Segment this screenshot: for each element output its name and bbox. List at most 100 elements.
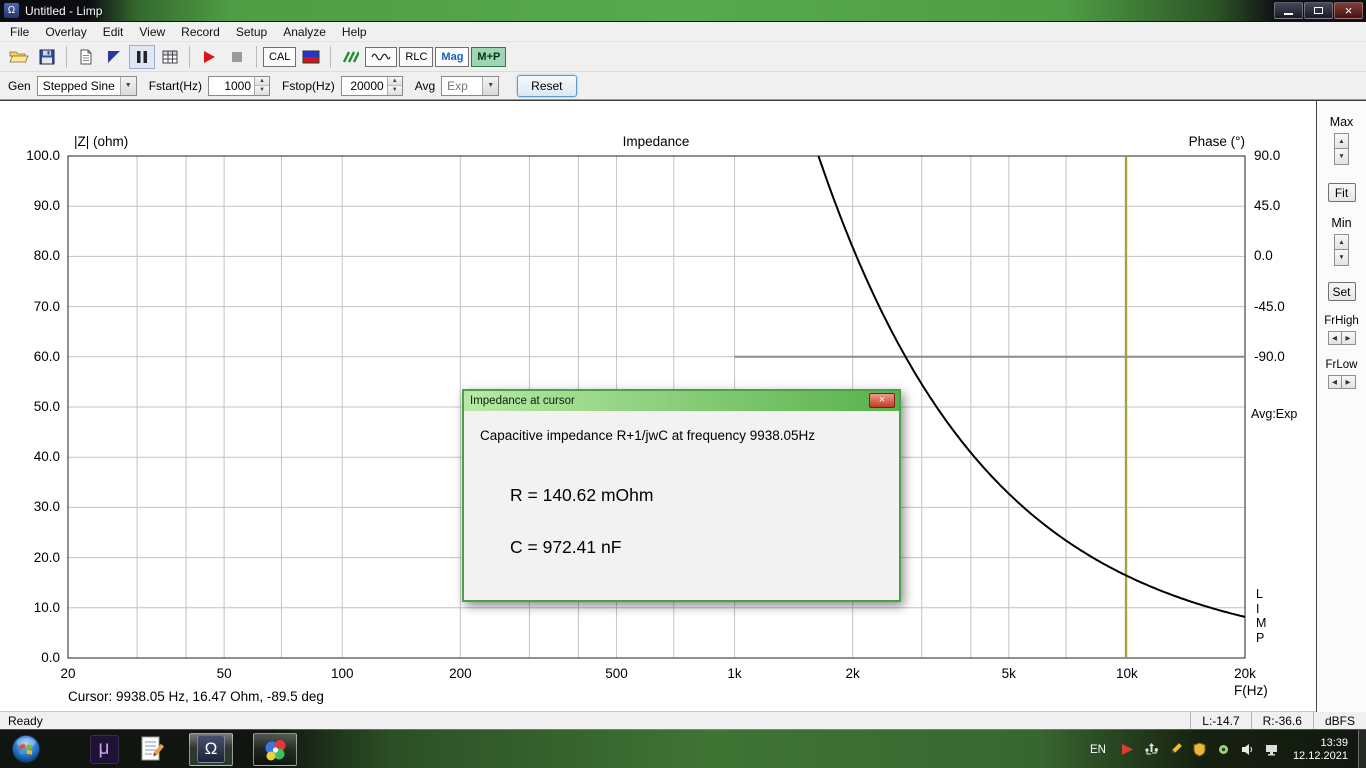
taskbar-notepad-button[interactable] [135,732,169,766]
start-button[interactable] [11,734,41,764]
sine-generator-button[interactable] [365,46,398,67]
fstart-down-button[interactable]: ▼ [255,85,270,95]
tray-usb-icon[interactable] [1144,742,1159,757]
save-button[interactable] [34,45,60,69]
chart-title: Impedance [622,134,690,149]
menu-item-view[interactable]: View [131,23,173,41]
tray-red-player-icon[interactable] [1120,742,1135,757]
tray-gear-icon[interactable] [1216,742,1231,757]
record-button[interactable] [196,45,222,69]
table-view-button[interactable] [157,45,183,69]
mag-button[interactable]: Mag [435,46,470,67]
notepad-icon [141,736,165,761]
generator-setup-button[interactable] [298,45,324,69]
generator-type-select[interactable]: Stepped Sine ▼ [36,75,137,96]
toolbar-separator [189,45,190,68]
clock-time: 13:39 [1320,736,1348,749]
overlay-icon [108,50,120,63]
limp-letter-i: I [1256,601,1260,616]
copy-button[interactable] [73,45,99,69]
calibrate-button[interactable]: CAL [263,46,297,67]
taskbar-paint-button[interactable] [253,732,297,766]
dialog-close-button[interactable]: × [869,393,895,408]
stop-button[interactable] [224,45,250,69]
tray-shield-icon[interactable] [1192,742,1207,757]
taskbar-limp-button[interactable]: Ω [189,732,233,766]
menu-item-setup[interactable]: Setup [228,23,275,41]
set-button[interactable]: Set [1327,282,1356,301]
menu-item-analyze[interactable]: Analyze [275,23,334,41]
mag-phase-button[interactable]: M+P [471,46,507,67]
fstop-up-button[interactable]: ▲ [387,76,402,85]
open-button[interactable] [6,45,32,69]
pause-button[interactable] [129,44,155,69]
copy-icon [80,49,92,64]
status-text: Ready [8,713,43,728]
max-down-button[interactable]: ▼ [1334,149,1349,165]
start-orb-icon [11,734,41,764]
dialog-description: Capacitive impedance R+1/jwC at frequenc… [480,428,816,443]
paint-palette-icon [265,739,285,760]
min-down-button[interactable]: ▼ [1334,250,1349,266]
frlow-label: FrLow [1325,359,1358,371]
tray-pencil-icon[interactable] [1168,742,1183,757]
x-axis-title: F(Hz) [1234,683,1268,698]
menu-item-file[interactable]: File [2,23,37,41]
fstart-up-button[interactable]: ▲ [255,76,270,85]
close-button[interactable]: × [1334,2,1363,19]
language-indicator[interactable]: EN [1090,744,1106,756]
limp-watermark: LIMP [1256,587,1266,645]
max-label: Max [1329,115,1354,129]
tray-monitor-icon[interactable] [1264,742,1279,757]
limp-letter-m: M [1256,616,1267,630]
frlow-right-button[interactable]: ▶ [1341,375,1356,389]
min-up-button[interactable]: ▲ [1334,234,1349,250]
fstop-down-button[interactable]: ▼ [387,85,402,95]
frhigh-left-button[interactable]: ◀ [1327,331,1342,345]
dialog-body: Capacitive impedance R+1/jwC at frequenc… [464,411,899,558]
taskbar-arta-button[interactable]: μ [87,732,121,766]
gen-setup-icon [302,50,320,63]
menu-item-record[interactable]: Record [173,23,228,41]
overlay-window-button[interactable] [101,45,127,69]
measurement-config-button[interactable] [337,45,363,69]
menu-item-overlay[interactable]: Overlay [37,23,94,41]
limp-omega-icon: Ω [197,735,225,763]
chevron-down-icon: ▼ [119,76,136,95]
limp-letter-l: L [1256,587,1263,601]
sine-icon [371,53,391,60]
window-title: Untitled - Limp [25,3,103,18]
frhigh-right-button[interactable]: ▶ [1341,331,1356,345]
generator-controls-bar: Gen Stepped Sine ▼ Fstart(Hz) 1000 ▲ ▼ F… [0,72,1366,100]
taskbar-clock[interactable]: 13:39 12.12.2021 [1293,737,1348,763]
fstart-input[interactable]: 1000 ▲ ▼ [208,75,271,96]
tray-speaker-icon[interactable] [1240,742,1255,757]
capacitance-value: C = 972.41 nF [510,537,622,557]
max-up-button[interactable]: ▲ [1334,133,1349,149]
fit-button[interactable]: Fit [1327,183,1356,202]
show-desktop-button[interactable] [1358,730,1366,768]
dialog-title-bar[interactable]: Impedance at cursor × [464,391,899,411]
avg-label: Avg [414,78,436,93]
generator-type-value: Stepped Sine [42,78,115,93]
impedance-at-cursor-dialog: Impedance at cursor × Capacitive impedan… [462,389,901,602]
frlow-left-button[interactable]: ◀ [1327,375,1342,389]
rlc-button[interactable]: RLC [399,46,434,67]
reset-button[interactable]: Reset [517,74,577,97]
maximize-button[interactable] [1304,2,1333,19]
fstart-value: 1000 [224,78,252,93]
fstop-value: 20000 [350,78,384,93]
arta-mu-icon: μ [89,734,119,764]
minimize-button[interactable] [1274,2,1303,19]
menu-item-edit[interactable]: Edit [95,23,132,41]
window-icon: Ω [4,3,19,18]
right-channel-level: R:-36.6 [1250,712,1313,729]
save-icon [39,49,55,64]
avg-mode-indicator: Avg:Exp [1251,407,1298,421]
fstop-input[interactable]: 20000 ▲ ▼ [340,75,403,96]
menu-item-help[interactable]: Help [334,23,375,41]
menu-bar: File Overlay Edit View Record Setup Analyze Hel… [0,22,1366,42]
left-axis-title: |Z| (ohm) [74,134,129,149]
averaging-select[interactable]: Exp ▼ [441,75,500,96]
level-units: dBFS [1312,712,1366,729]
